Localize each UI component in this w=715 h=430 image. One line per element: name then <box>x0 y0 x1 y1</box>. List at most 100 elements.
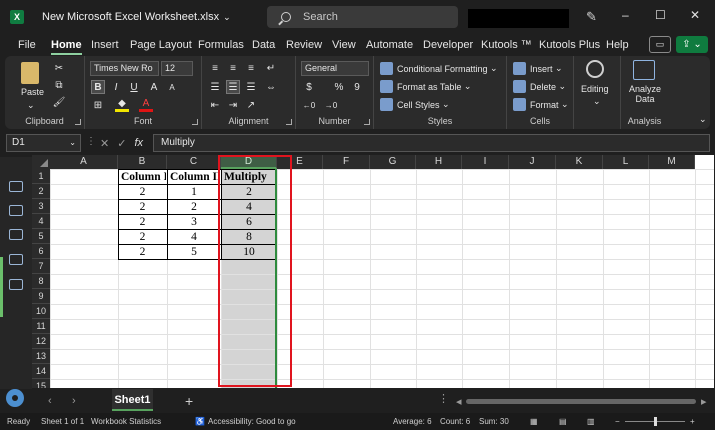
decrease-decimal-icon[interactable]: →0 <box>324 98 338 112</box>
table-cell[interactable]: 4 <box>168 230 220 244</box>
scroll-left-icon[interactable]: ◂ <box>456 395 462 408</box>
italic-button[interactable]: I <box>109 80 123 94</box>
confirm-entry-icon[interactable]: ✓ <box>117 137 126 150</box>
row-header-2[interactable]: 2 <box>32 184 50 199</box>
column-header-c[interactable]: C <box>167 155 221 169</box>
add-sheet-button[interactable]: + <box>185 393 193 409</box>
side-panel-icon-3[interactable] <box>9 229 23 240</box>
wrap-text-icon[interactable]: ↵ <box>264 61 278 75</box>
close-button[interactable]: ✕ <box>690 8 700 22</box>
underline-button[interactable]: U <box>127 80 141 94</box>
delete-cells-button[interactable]: Delete ⌄ <box>513 80 566 93</box>
row-header-6[interactable]: 6 <box>32 244 50 259</box>
orientation-icon[interactable]: ↗ <box>244 98 258 112</box>
column-header-m[interactable]: M <box>649 155 695 169</box>
tab-view[interactable]: View <box>332 39 356 51</box>
zoom-in-icon[interactable]: + <box>690 417 695 426</box>
worksheet-grid[interactable]: ABCDEFGHIJKLM12345678910111213141516Colu… <box>32 155 714 388</box>
select-all-button[interactable] <box>32 155 50 169</box>
row-header-14[interactable]: 14 <box>32 364 50 379</box>
formula-input[interactable]: Multiply <box>153 134 710 152</box>
font-size-select[interactable]: 12 <box>161 61 193 76</box>
comments-button[interactable]: ▭ <box>649 36 671 53</box>
scroll-right-icon[interactable]: ▸ <box>701 395 707 408</box>
column-header-h[interactable]: H <box>416 155 462 169</box>
table-header-cell[interactable]: Column II <box>169 170 220 184</box>
accessibility-status[interactable]: Accessibility: Good to go <box>208 417 296 426</box>
page-break-view-icon[interactable]: ▥ <box>587 417 595 426</box>
table-cell[interactable]: 5 <box>168 245 220 259</box>
cell-styles-button[interactable]: Cell Styles ⌄ <box>380 98 450 111</box>
row-header-9[interactable]: 9 <box>32 289 50 304</box>
row-header-13[interactable]: 13 <box>32 349 50 364</box>
conditional-formatting-button[interactable]: Conditional Formatting ⌄ <box>380 62 498 75</box>
table-cell[interactable]: 2 <box>119 245 166 259</box>
tab-review[interactable]: Review <box>286 39 322 51</box>
zoom-slider-thumb[interactable] <box>654 417 657 426</box>
clipboard-launcher-icon[interactable] <box>75 119 81 125</box>
table-header-cell[interactable]: Column I <box>120 170 166 184</box>
row-header-11[interactable]: 11 <box>32 319 50 334</box>
currency-button[interactable]: $ <box>302 80 316 94</box>
tab-insert[interactable]: Insert <box>91 39 119 51</box>
comma-style-button[interactable]: 9 <box>350 80 364 94</box>
column-header-i[interactable]: I <box>462 155 509 169</box>
collapse-ribbon-icon[interactable]: ⌄ <box>699 114 707 125</box>
table-cell[interactable]: 2 <box>119 200 166 214</box>
font-color-button[interactable]: A <box>139 98 153 112</box>
cancel-entry-icon[interactable]: ✕ <box>100 137 109 150</box>
workbook-statistics-button[interactable]: Workbook Statistics <box>91 417 161 426</box>
percent-button[interactable]: % <box>332 80 346 94</box>
borders-icon[interactable]: ⊞ <box>91 98 105 112</box>
tab-data[interactable]: Data <box>252 39 275 51</box>
analyze-data-button[interactable]: Analyze Data <box>625 84 665 104</box>
tab-kutools-plus[interactable]: Kutools Plus <box>539 39 600 51</box>
editing-group[interactable]: Editing ⌄ <box>574 56 620 129</box>
insert-function-button[interactable]: fx <box>134 137 143 149</box>
row-header-10[interactable]: 10 <box>32 304 50 319</box>
settings-gear-icon[interactable] <box>6 389 24 407</box>
row-header-1[interactable]: 1 <box>32 169 50 184</box>
row-header-12[interactable]: 12 <box>32 334 50 349</box>
column-header-l[interactable]: L <box>603 155 649 169</box>
hscroll-options-icon[interactable]: ⋮ <box>438 392 449 405</box>
row-header-3[interactable]: 3 <box>32 199 50 214</box>
row-header-7[interactable]: 7 <box>32 259 50 274</box>
column-header-f[interactable]: F <box>323 155 370 169</box>
horizontal-scrollbar[interactable] <box>466 399 696 404</box>
align-right-icon[interactable]: ☰ <box>244 80 258 94</box>
column-header-b[interactable]: B <box>118 155 167 169</box>
alignment-launcher-icon[interactable] <box>286 119 292 125</box>
increase-decimal-icon[interactable]: ←0 <box>302 98 316 112</box>
row-header-8[interactable]: 8 <box>32 274 50 289</box>
column-header-g[interactable]: G <box>370 155 416 169</box>
table-cell[interactable]: 2 <box>119 215 166 229</box>
tab-kutools[interactable]: Kutools ™ <box>481 39 532 51</box>
table-cell[interactable]: 2 <box>119 230 166 244</box>
copy-icon[interactable]: ⧉ <box>52 78 66 92</box>
minimize-button[interactable]: – <box>622 8 629 22</box>
tab-file[interactable]: File <box>18 39 36 51</box>
align-middle-icon[interactable]: ≡ <box>226 61 240 75</box>
zoom-out-icon[interactable]: − <box>615 417 620 426</box>
row-header-15[interactable]: 15 <box>32 379 50 388</box>
side-panel-icon-1[interactable] <box>9 181 23 192</box>
font-name-select[interactable]: Times New Ro <box>90 61 159 76</box>
table-cell[interactable]: 1 <box>168 185 220 199</box>
insert-cells-button[interactable]: Insert ⌄ <box>513 62 563 75</box>
cut-icon[interactable]: ✂ <box>52 61 66 75</box>
table-cell[interactable]: 3 <box>168 215 220 229</box>
table-cell[interactable]: 2 <box>119 185 166 199</box>
format-cells-button[interactable]: Format ⌄ <box>513 98 569 111</box>
sheet-prev-icon[interactable]: ‹ <box>48 395 52 407</box>
tab-developer[interactable]: Developer <box>423 39 473 51</box>
row-header-4[interactable]: 4 <box>32 214 50 229</box>
row-header-5[interactable]: 5 <box>32 229 50 244</box>
align-center-icon[interactable]: ☰ <box>226 80 240 94</box>
font-shrink-icon[interactable]: A <box>165 80 179 94</box>
paste-button[interactable]: Paste <box>21 87 44 97</box>
font-launcher-icon[interactable] <box>192 119 198 125</box>
tab-page-layout[interactable]: Page Layout <box>130 39 192 51</box>
name-box[interactable]: D1 ⌄ <box>6 134 81 152</box>
page-layout-view-icon[interactable]: ▤ <box>559 417 567 426</box>
